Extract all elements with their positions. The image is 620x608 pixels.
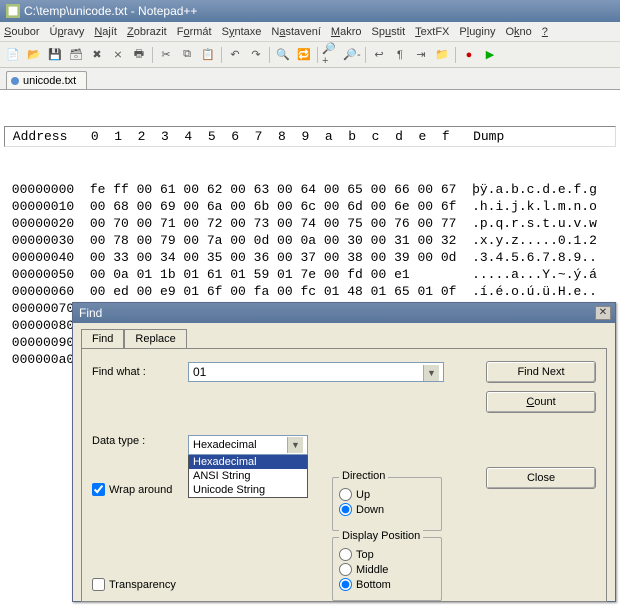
find-what-label: Find what : (92, 366, 182, 378)
open-icon[interactable]: 📂 (25, 46, 43, 64)
file-tab-label: unicode.txt (23, 75, 76, 87)
transparency-checkbox[interactable]: Transparency (92, 578, 176, 591)
undo-icon[interactable]: ↶ (226, 46, 244, 64)
record-icon[interactable]: ● (460, 46, 478, 64)
hex-row[interactable]: 00000060 00 ed 00 e9 01 6f 00 fa 00 fc 0… (4, 283, 616, 300)
data-type-combo[interactable]: Hexadecimal ▼ (188, 435, 308, 455)
dialog-title: Find (79, 306, 102, 320)
new-icon[interactable]: 📄 (4, 46, 22, 64)
menu-textfx[interactable]: TextFX (415, 26, 449, 38)
menu-soubor[interactable]: Soubor (4, 26, 39, 38)
menu-okno[interactable]: Okno (505, 26, 531, 38)
display-position-group: Display Position Top Middle Bottom (332, 537, 442, 601)
menu-bar[interactable]: Soubor Úpravy Najít Zobrazit Formát Synt… (0, 22, 620, 42)
copy-icon[interactable]: ⧉ (178, 46, 196, 64)
file-tab-bar: unicode.txt (0, 68, 620, 90)
toolbar: 📄 📂 💾 🗃 ✖ ⨯ 🖶 ✂ ⧉ 📋 ↶ ↷ 🔍 🔁 🔎+ 🔎- ↩ ¶ ⇥ … (0, 42, 620, 68)
menu-nastaveni[interactable]: Nastavení (271, 26, 321, 38)
wrap-checkbox[interactable]: Wrap around (92, 483, 172, 496)
chevron-down-icon[interactable]: ▼ (423, 365, 439, 381)
close-button[interactable]: Close (486, 467, 596, 489)
tab-find[interactable]: Find (81, 329, 124, 348)
hex-row[interactable]: 00000010 00 68 00 69 00 6a 00 6b 00 6c 0… (4, 198, 616, 215)
file-status-icon (11, 77, 19, 85)
radio-middle[interactable]: Middle (339, 563, 435, 576)
find-dialog: Find ✕ Find Replace Find what : 01 ▼ Fin… (72, 302, 616, 602)
play-icon[interactable]: ▶ (481, 46, 499, 64)
count-button[interactable]: Count (486, 391, 596, 413)
closeall-icon[interactable]: ⨯ (109, 46, 127, 64)
dialog-tabs: Find Replace (73, 323, 615, 348)
zoomout-icon[interactable]: 🔎- (343, 46, 361, 64)
radio-bottom[interactable]: Bottom (339, 578, 435, 591)
menu-najit[interactable]: Najít (94, 26, 117, 38)
menu-upravy[interactable]: Úpravy (49, 26, 84, 38)
menu-format[interactable]: Formát (177, 26, 212, 38)
find-next-button[interactable]: Find Next (486, 361, 596, 383)
save-icon[interactable]: 💾 (46, 46, 64, 64)
menu-help[interactable]: ? (542, 26, 548, 38)
zoomin-icon[interactable]: 🔎+ (322, 46, 340, 64)
find-icon[interactable]: 🔍 (274, 46, 292, 64)
hex-row[interactable]: 00000030 00 78 00 79 00 7a 00 0d 00 0a 0… (4, 232, 616, 249)
menu-pluginy[interactable]: Pluginy (459, 26, 495, 38)
dialog-close-button[interactable]: ✕ (595, 306, 611, 320)
window-title: C:\temp\unicode.txt - Notepad++ (24, 4, 197, 18)
saveall-icon[interactable]: 🗃 (67, 46, 85, 64)
cut-icon[interactable]: ✂ (157, 46, 175, 64)
dialog-titlebar[interactable]: Find ✕ (73, 303, 615, 323)
option-ansi[interactable]: ANSI String (189, 469, 307, 483)
hex-header: Address 0 1 2 3 4 5 6 7 8 9 a b c d e f … (4, 126, 616, 147)
hex-row[interactable]: 00000000 fe ff 00 61 00 62 00 63 00 64 0… (4, 181, 616, 198)
chevron-down-icon[interactable]: ▼ (287, 437, 303, 453)
menu-makro[interactable]: Makro (331, 26, 362, 38)
close-icon[interactable]: ✖ (88, 46, 106, 64)
tab-replace[interactable]: Replace (124, 329, 186, 348)
direction-group: Direction Up Down (332, 477, 442, 531)
print-icon[interactable]: 🖶 (130, 46, 148, 64)
window-titlebar: C:\temp\unicode.txt - Notepad++ (0, 0, 620, 22)
option-unicode[interactable]: Unicode String (189, 483, 307, 497)
find-what-input[interactable]: 01 ▼ (188, 362, 444, 382)
menu-syntaxe[interactable]: Syntaxe (222, 26, 262, 38)
data-type-dropdown[interactable]: Hexadecimal ANSI String Unicode String (188, 455, 308, 498)
replace-icon[interactable]: 🔁 (295, 46, 313, 64)
file-tab[interactable]: unicode.txt (6, 71, 87, 89)
radio-down[interactable]: Down (339, 503, 435, 516)
hex-row[interactable]: 00000050 00 0a 01 1b 01 61 01 59 01 7e 0… (4, 266, 616, 283)
indent-icon[interactable]: ⇥ (412, 46, 430, 64)
app-icon (6, 4, 20, 18)
showchars-icon[interactable]: ¶ (391, 46, 409, 64)
radio-up[interactable]: Up (339, 488, 435, 501)
data-type-label: Data type : (92, 435, 182, 447)
menu-zobrazit[interactable]: Zobrazit (127, 26, 167, 38)
option-hex[interactable]: Hexadecimal (189, 455, 307, 469)
find-panel: Find what : 01 ▼ Find Next Count Data ty… (81, 348, 607, 602)
radio-top[interactable]: Top (339, 548, 435, 561)
hex-row[interactable]: 00000020 00 70 00 71 00 72 00 73 00 74 0… (4, 215, 616, 232)
folder-icon[interactable]: 📁 (433, 46, 451, 64)
menu-spustit[interactable]: Spustit (372, 26, 406, 38)
wrap-icon[interactable]: ↩ (370, 46, 388, 64)
hex-row[interactable]: 00000040 00 33 00 34 00 35 00 36 00 37 0… (4, 249, 616, 266)
redo-icon[interactable]: ↷ (247, 46, 265, 64)
paste-icon[interactable]: 📋 (199, 46, 217, 64)
